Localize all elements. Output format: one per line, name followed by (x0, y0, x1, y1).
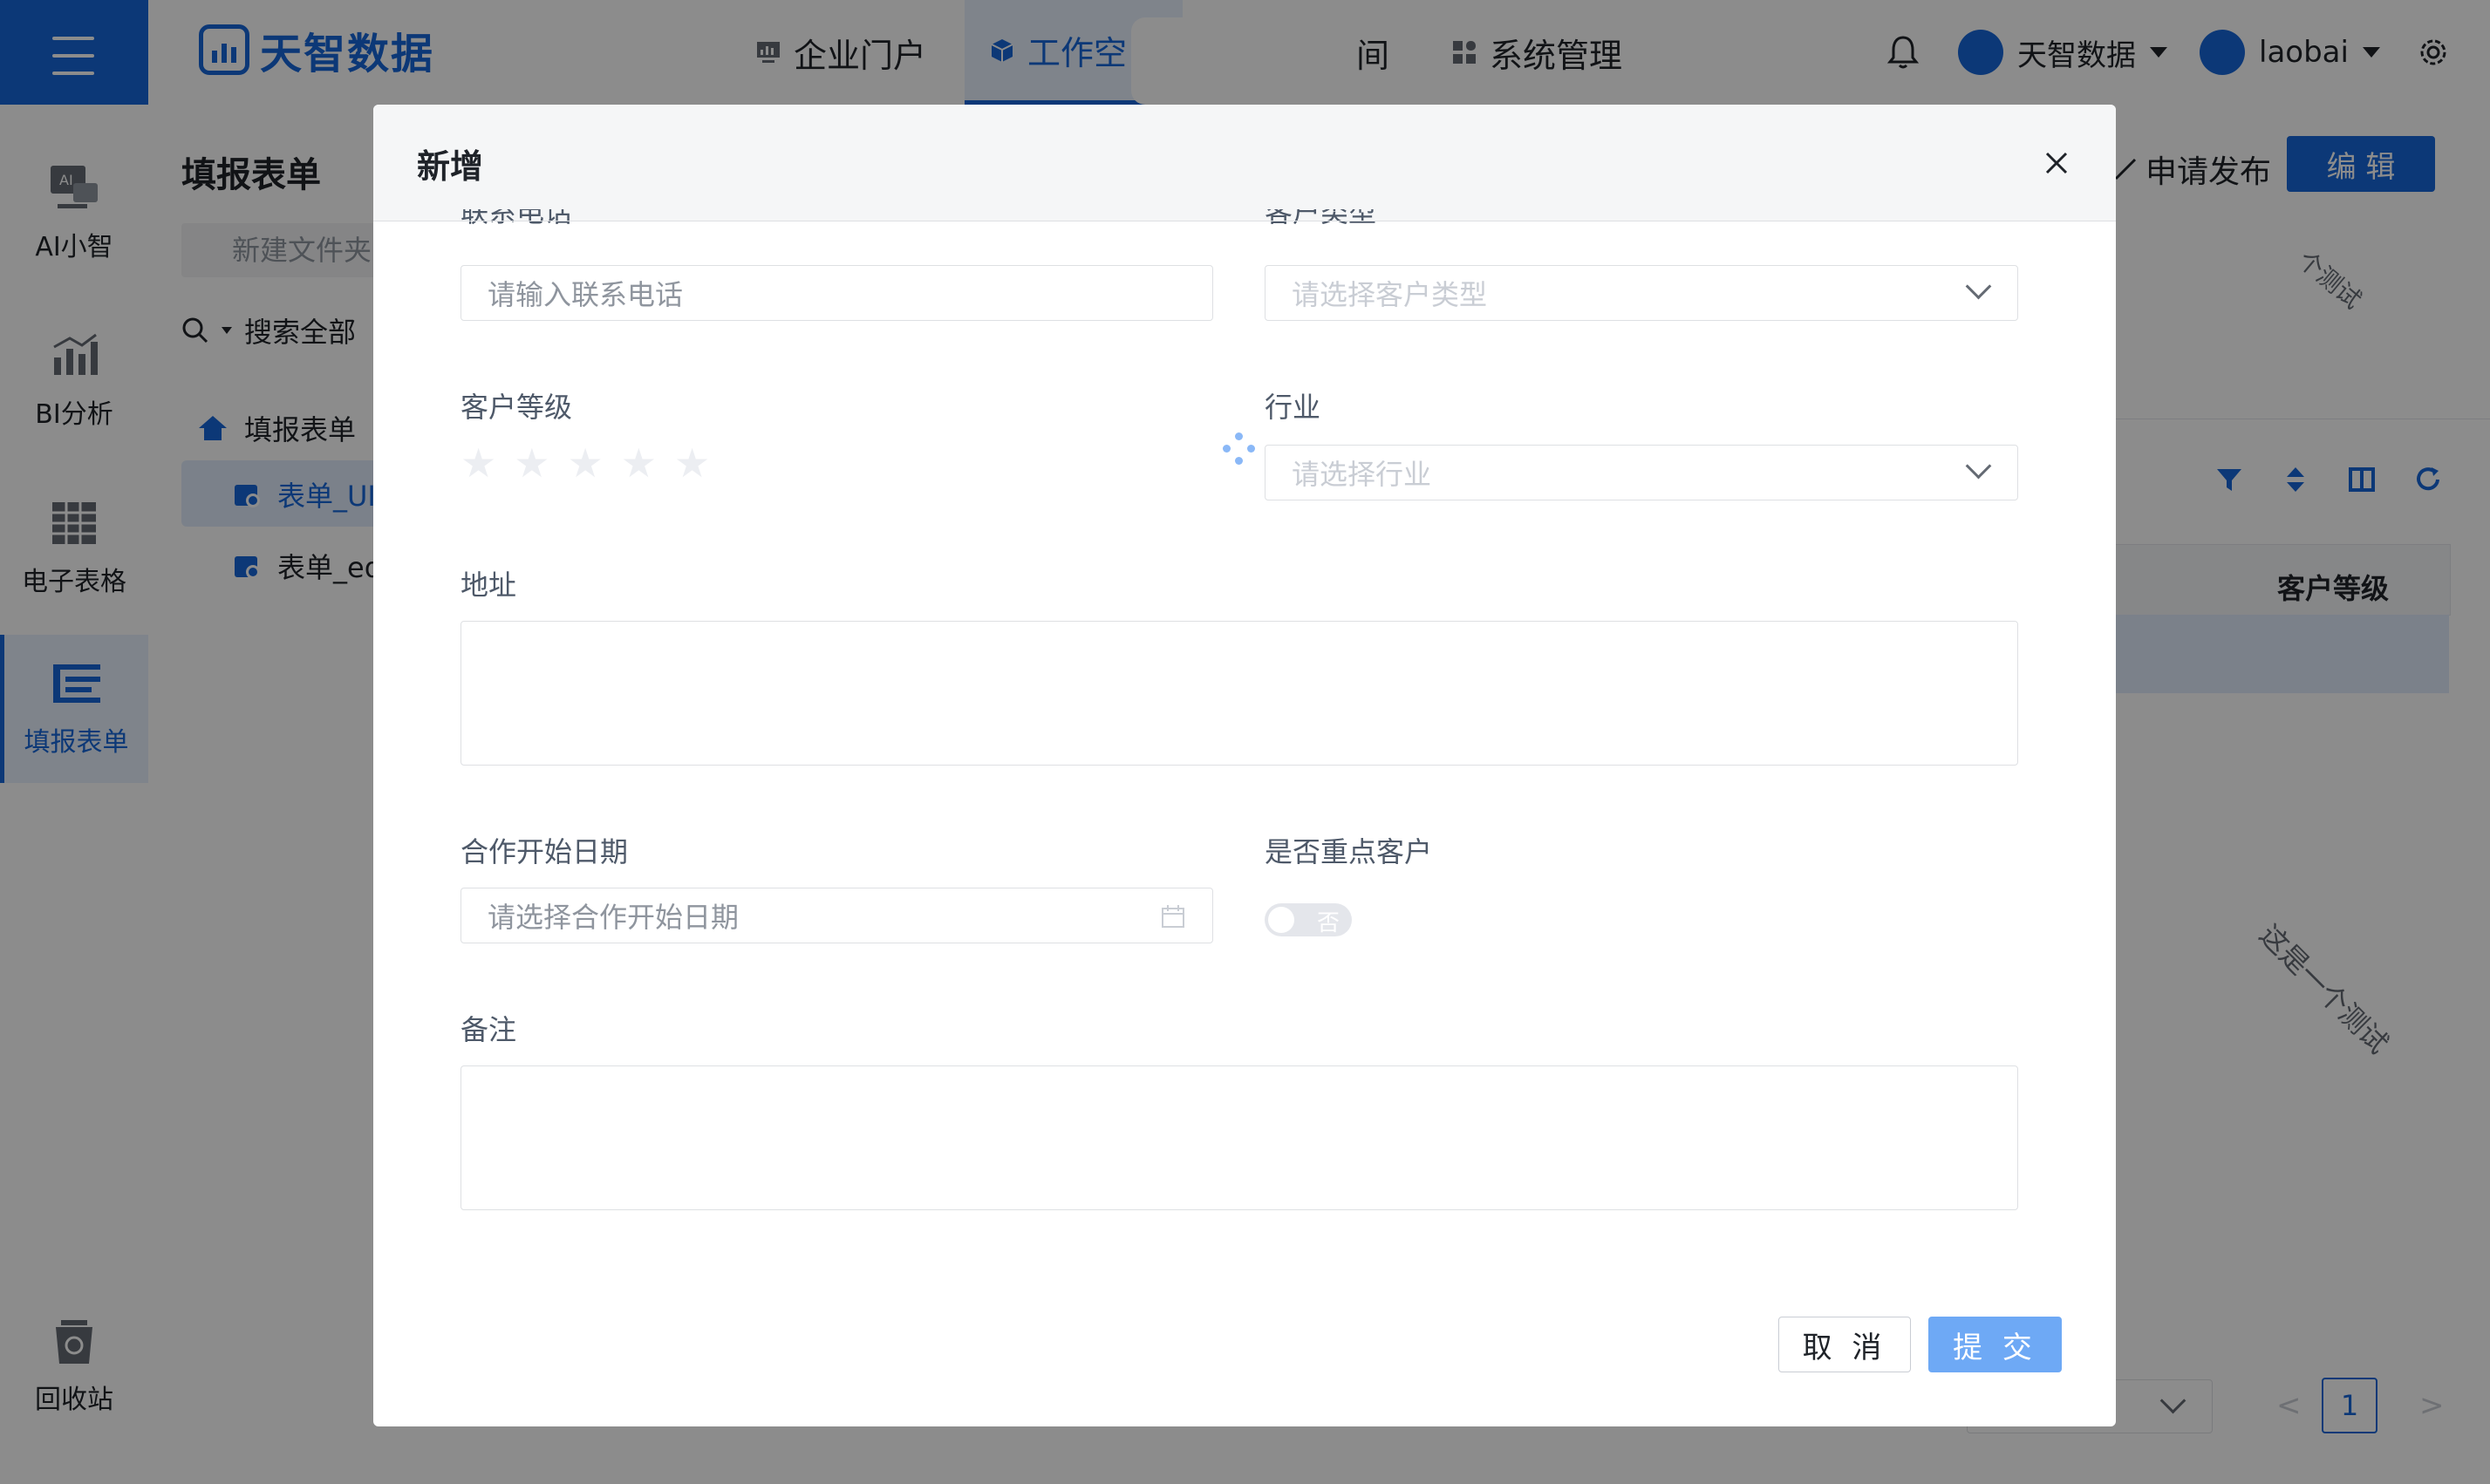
industry-label: 行业 (1265, 391, 1321, 424)
header-separator (373, 105, 2116, 221)
remarks-textarea[interactable] (460, 1065, 2018, 1210)
calendar-icon (1162, 905, 1184, 928)
start-date-label: 合作开始日期 (460, 835, 629, 868)
customer-type-placeholder: 请选择客户类型 (1292, 278, 1488, 311)
address-textarea[interactable] (460, 621, 2018, 766)
industry-placeholder: 请选择行业 (1292, 458, 1432, 491)
loading-spinner-icon (1218, 431, 1261, 474)
star-icon[interactable]: ★ (621, 439, 657, 487)
customer-type-select[interactable]: 请选择客户类型 (1265, 265, 2018, 321)
remarks-label: 备注 (460, 1013, 517, 1046)
toggle-text: 否 (1316, 910, 1340, 936)
star-icon[interactable]: ★ (460, 439, 496, 487)
star-icon[interactable]: ★ (514, 439, 549, 487)
chevron-down-icon (1965, 273, 1992, 300)
add-record-modal: 新增 联系电话 客户类型 请输入联系电话 请选择客户类型 客户等级 ★ ★ ★ … (373, 105, 2116, 1426)
submit-button[interactable]: 提 交 (1928, 1317, 2062, 1372)
address-label: 地址 (460, 568, 517, 602)
toggle-knob (1268, 907, 1294, 933)
star-icon[interactable]: ★ (568, 439, 604, 487)
customer-level-label: 客户等级 (460, 391, 573, 424)
chevron-down-icon (1965, 453, 1992, 480)
star-icon[interactable]: ★ (674, 439, 710, 487)
industry-select[interactable]: 请选择行业 (1265, 445, 2018, 500)
phone-input[interactable]: 请输入联系电话 (460, 265, 1213, 321)
key-customer-toggle[interactable]: 否 (1265, 903, 1352, 936)
cancel-button[interactable]: 取 消 (1778, 1317, 1911, 1372)
key-customer-label: 是否重点客户 (1265, 835, 1433, 868)
customer-level-rating[interactable]: ★ ★ ★ ★ ★ (460, 439, 710, 487)
start-date-placeholder: 请选择合作开始日期 (488, 901, 740, 934)
start-date-picker[interactable]: 请选择合作开始日期 (460, 888, 1213, 943)
